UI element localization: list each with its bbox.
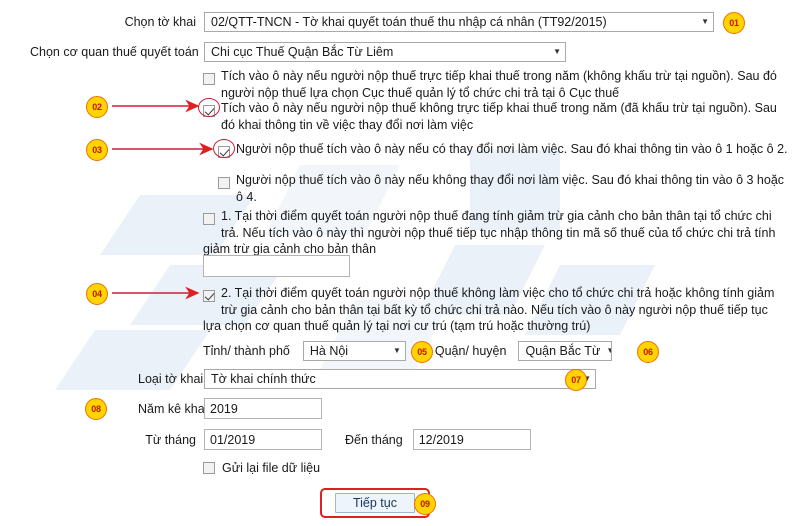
declaration-label: Chọn tờ khai xyxy=(124,15,196,29)
badge-03: 03 xyxy=(86,139,108,161)
declaration-type-select[interactable]: Tờ khai chính thức ▼ xyxy=(204,369,596,389)
declaration-type-select-value: Tờ khai chính thức xyxy=(211,372,316,386)
from-month-input-value: 01/2019 xyxy=(210,432,256,447)
declaration-select[interactable]: 02/QTT-TNCN - Tờ khai quyết toán thuế th… xyxy=(204,12,714,32)
province-select[interactable]: Hà Nội ▼ xyxy=(302,341,406,361)
from-month-input[interactable]: 01/2019 xyxy=(204,429,322,450)
district-label: Quận/ huyện xyxy=(434,344,507,358)
badge-04: 04 xyxy=(86,283,108,305)
to-month-label: Đến tháng xyxy=(345,432,403,447)
chevron-down-icon: ▼ xyxy=(392,346,401,355)
year-input[interactable]: 2019 xyxy=(204,398,322,419)
district-select-value: Quận Bắc Từ xyxy=(525,344,601,358)
row-declaration: Chọn tờ khai 02/QTT-TNCN - Tờ khai quyết… xyxy=(118,12,718,32)
badge-09: 09 xyxy=(414,493,436,515)
option-unchanged-workplace[interactable]: Người nộp thuế tích vào ô này nếu không … xyxy=(218,172,788,205)
checkbox-indirect-declaration[interactable] xyxy=(203,104,215,117)
option-case-1[interactable]: 1. Tại thời điểm quyết toán người nộp th… xyxy=(203,208,786,258)
checkbox-direct-declaration[interactable] xyxy=(203,72,215,85)
province-select-value: Hà Nội xyxy=(309,344,349,358)
declaration-select-value: 02/QTT-TNCN - Tờ khai quyết toán thuế th… xyxy=(211,15,607,29)
continue-button-label: Tiếp tục xyxy=(352,496,397,510)
row-declaration-type: Loại tờ khai Tờ khai chính thức ▼ xyxy=(138,369,596,389)
tax-office-select-value: Chi cục Thuế Quận Bắc Từ Liêm xyxy=(211,45,394,59)
badge-08: 08 xyxy=(85,398,107,420)
checkbox-slot xyxy=(203,102,215,119)
resend-file-label: Gửi lại file dữ liệu xyxy=(222,461,321,475)
row-tax-office: Chọn cơ quan thuế quyết toán Chi cục Thu… xyxy=(30,42,630,62)
badge-01: 01 xyxy=(723,12,745,34)
checkbox-slot xyxy=(218,174,230,191)
tax-office-select[interactable]: Chi cục Thuế Quận Bắc Từ Liêm ▼ xyxy=(204,42,566,62)
checkbox-case-2[interactable] xyxy=(203,289,215,302)
option-case-1-text: 1. Tại thời điểm quyết toán người nộp th… xyxy=(203,209,776,256)
row-month-range: Từ tháng 01/2019 Đến tháng 12/2019 xyxy=(138,429,531,450)
chevron-down-icon: ▼ xyxy=(701,17,709,26)
chevron-down-icon: ▼ xyxy=(553,47,561,56)
from-month-label: Từ tháng xyxy=(145,432,196,447)
badge-02: 02 xyxy=(86,96,108,118)
badge-05: 05 xyxy=(411,341,433,363)
checkbox-unchanged-workplace[interactable] xyxy=(218,176,230,189)
row-year: Năm kê khai 2019 xyxy=(138,398,322,419)
continue-button[interactable]: Tiếp tục xyxy=(335,493,415,513)
row-province-district: Tỉnh/ thành phố Hà Nội ▼ Quận/ huyện Quậ… xyxy=(203,341,613,361)
year-label: Năm kê khai xyxy=(138,401,208,416)
option-direct-declaration-text: Tích vào ô này nếu người nộp thuế trực t… xyxy=(221,69,777,100)
year-input-value: 2019 xyxy=(210,401,238,416)
province-label: Tỉnh/ thành phố xyxy=(203,344,290,358)
option-case-2[interactable]: 2. Tại thời điểm quyết toán người nộp th… xyxy=(203,285,786,335)
checkbox-slot xyxy=(218,143,230,160)
district-select[interactable]: Quận Bắc Từ ▼ xyxy=(518,341,613,361)
checkbox-resend-file[interactable] xyxy=(203,462,215,474)
option-changed-workplace[interactable]: Người nộp thuế tích vào ô này nếu có tha… xyxy=(218,141,788,160)
chevron-down-icon: ▼ xyxy=(606,347,611,355)
badge-07: 07 xyxy=(565,369,587,391)
checkbox-changed-workplace[interactable] xyxy=(218,145,230,158)
tax-declaration-form: Chọn tờ khai 02/QTT-TNCN - Tờ khai quyết… xyxy=(0,0,800,526)
checkbox-case-1[interactable] xyxy=(203,212,215,225)
option-direct-declaration[interactable]: Tích vào ô này nếu người nộp thuế trực t… xyxy=(203,68,786,101)
row-resend-file[interactable]: Gửi lại file dữ liệu xyxy=(203,461,320,475)
checkbox-slot xyxy=(203,210,215,227)
option-unchanged-workplace-text: Người nộp thuế tích vào ô này nếu không … xyxy=(236,173,785,204)
option-changed-workplace-text: Người nộp thuế tích vào ô này nếu có tha… xyxy=(236,142,788,156)
tax-office-label: Chọn cơ quan thuế quyết toán xyxy=(30,45,199,59)
checkbox-slot xyxy=(203,287,215,304)
option-case-2-text: 2. Tại thời điểm quyết toán người nộp th… xyxy=(203,286,775,333)
option-indirect-declaration[interactable]: Tích vào ô này nếu người nộp thuế không … xyxy=(203,100,786,133)
to-month-input[interactable]: 12/2019 xyxy=(412,429,531,450)
tax-code-input[interactable] xyxy=(203,255,350,277)
option-indirect-declaration-text: Tích vào ô này nếu người nộp thuế không … xyxy=(221,101,777,132)
checkbox-slot xyxy=(203,70,215,87)
declaration-type-label: Loại tờ khai xyxy=(138,372,204,386)
badge-06: 06 xyxy=(637,341,659,363)
to-month-input-value: 12/2019 xyxy=(418,432,464,447)
